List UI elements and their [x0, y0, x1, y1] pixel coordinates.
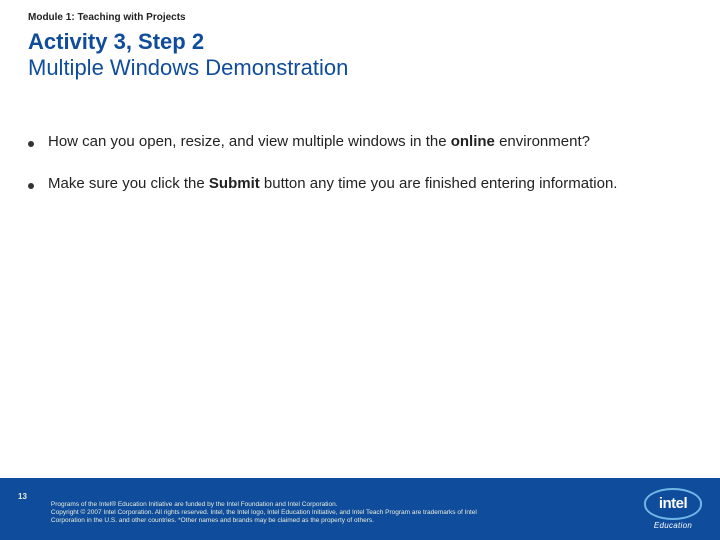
- bullet-text: How can you open, resize, and view multi…: [48, 132, 590, 152]
- bullet-item: Make sure you click the Submit button an…: [28, 174, 692, 194]
- slide-header: Module 1: Teaching with Projects Activit…: [0, 0, 720, 82]
- bullet-icon: [28, 183, 34, 189]
- intel-logo-oval: intel: [644, 488, 702, 520]
- bullet-icon: [28, 141, 34, 147]
- bullet-post: environment?: [499, 133, 590, 150]
- legal-line: Programs of the Intel® Education Initiat…: [51, 501, 511, 509]
- intel-logo: intel Education: [644, 488, 702, 530]
- slide-number: 13: [18, 492, 27, 501]
- bullet-text: Make sure you click the Submit button an…: [48, 174, 617, 194]
- slide-subtitle: Multiple Windows Demonstration: [28, 55, 692, 81]
- legal-text: Programs of the Intel® Education Initiat…: [51, 501, 511, 524]
- slide-footer: 13 Programs of the Intel® Education Init…: [0, 478, 720, 540]
- bullet-pre: Make sure you click the: [48, 175, 209, 192]
- intel-education-text: Education: [654, 521, 692, 530]
- bullet-bold: Submit: [209, 175, 260, 192]
- bullet-item: How can you open, resize, and view multi…: [28, 132, 692, 152]
- bullet-post: button any time you are finished enterin…: [260, 175, 618, 192]
- bullet-bold: online: [451, 133, 495, 150]
- module-label: Module 1: Teaching with Projects: [28, 12, 692, 23]
- intel-logo-text: intel: [659, 495, 687, 512]
- legal-line: Copyright © 2007 Intel Corporation. All …: [51, 509, 511, 525]
- slide-content: How can you open, resize, and view multi…: [0, 132, 720, 195]
- bullet-pre: How can you open, resize, and view multi…: [48, 133, 447, 150]
- slide-title: Activity 3, Step 2: [28, 29, 692, 55]
